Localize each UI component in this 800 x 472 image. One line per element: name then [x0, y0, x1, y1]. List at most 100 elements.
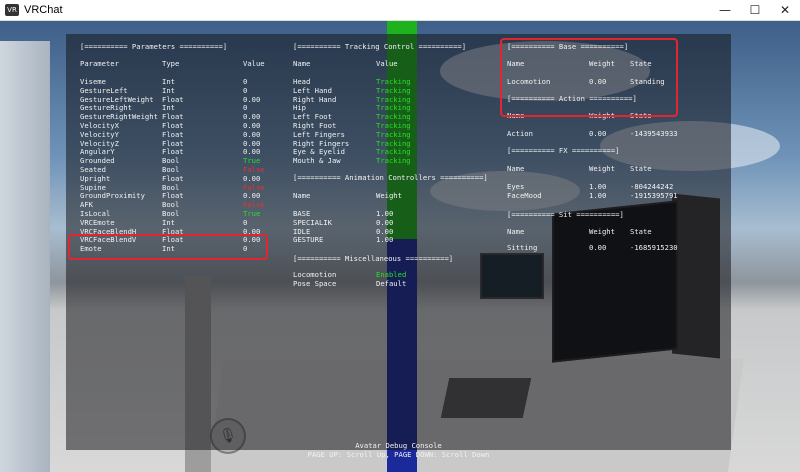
close-button[interactable]: ✕: [770, 0, 800, 20]
tracking-col-name: Name: [293, 59, 311, 68]
parameter-value: 0: [243, 103, 248, 113]
tracking-value: Tracking: [376, 147, 411, 157]
parameter-value: 0: [243, 217, 248, 227]
fx-layer-header: [========== FX ==========]: [507, 146, 620, 155]
animation-controller-weight: 1.00: [376, 209, 394, 218]
animation-controller-weight: 0.00: [376, 217, 394, 227]
parameter-name: GestureRight: [80, 103, 132, 113]
misc-name: Locomotion: [293, 270, 337, 279]
parameter-value: 0.00: [243, 226, 261, 236]
tracking-value: Tracking: [376, 85, 411, 95]
parameter-type: Int: [162, 103, 175, 113]
fx-layer-name: Eyes: [507, 182, 525, 191]
parameter-type: Float: [162, 112, 184, 122]
parameter-name: VelocityX: [80, 121, 119, 130]
parameter-name: Seated: [80, 165, 106, 174]
parameters-col-type: Type: [162, 59, 180, 68]
parameter-type: Float: [162, 173, 184, 183]
parameter-value: 0.00: [243, 94, 261, 104]
animation-controller-name: BASE: [293, 209, 311, 218]
parameter-type: Int: [162, 244, 175, 254]
action-layer-state: -1439543933: [630, 129, 678, 138]
parameter-name: Grounded: [80, 156, 115, 166]
game-viewport[interactable]: 🎙 [========== Parameters ==========] Par…: [0, 21, 800, 472]
parameters-col-value: Value: [243, 59, 265, 68]
window-controls: — ☐ ✕: [710, 0, 800, 20]
sit-layer-state: -1685915230: [630, 243, 678, 252]
parameter-type: Bool: [162, 200, 180, 210]
tracking-value: Tracking: [376, 103, 411, 113]
sit-layer-weight: 0.00: [589, 243, 607, 252]
parameter-name: GestureLeftWeight: [80, 94, 154, 104]
parameter-type: Float: [162, 147, 184, 157]
misc-value: Default: [376, 278, 407, 288]
tracking-value: Tracking: [376, 94, 411, 104]
parameter-value: False: [243, 200, 265, 210]
minimize-button[interactable]: —: [710, 0, 740, 20]
fx-layer-state: -804244242: [630, 182, 674, 191]
tracking-header: [========== Tracking Control ==========]: [293, 42, 467, 51]
parameter-value: 0.00: [243, 112, 261, 122]
parameter-type: Bool: [162, 182, 180, 192]
parameter-value: 0: [243, 77, 248, 86]
parameter-value: False: [243, 182, 265, 192]
animation-header: [========== Animation Controllers ======…: [293, 173, 488, 182]
parameter-value: 0.00: [243, 235, 261, 245]
tracking-value: Tracking: [376, 129, 411, 139]
parameter-type: Bool: [162, 156, 180, 166]
parameter-type: Float: [162, 191, 184, 201]
tracking-name: Right Hand: [293, 94, 337, 104]
parameter-value: 0: [243, 244, 248, 254]
fx-col-weight: Weight: [589, 164, 615, 173]
parameter-name: AngularY: [80, 147, 115, 157]
sit-layer-header: [========== Sit ==========]: [507, 210, 624, 219]
parameter-value: True: [243, 209, 261, 218]
parameter-value: True: [243, 156, 261, 166]
tracking-value: Tracking: [376, 156, 411, 166]
parameter-name: Emote: [80, 244, 102, 254]
base-layer-name: Locomotion: [507, 77, 551, 86]
parameter-type: Int: [162, 217, 175, 227]
parameter-value: 0.00: [243, 147, 261, 157]
parameter-value: 0.00: [243, 138, 261, 148]
tracking-col-value: Value: [376, 59, 398, 68]
animation-controller-name: IDLE: [293, 226, 311, 236]
parameter-name: VelocityY: [80, 129, 119, 139]
misc-name: Pose Space: [293, 278, 337, 288]
fx-layer-state: -1915395791: [630, 190, 678, 200]
parameter-type: Int: [162, 85, 175, 95]
parameter-type: Float: [162, 235, 184, 245]
parameter-name: VRCFaceBlendV: [80, 235, 137, 245]
parameter-value: False: [243, 165, 265, 174]
tracking-value: Tracking: [376, 77, 411, 86]
misc-header: [========== Miscellaneous ==========]: [293, 254, 454, 263]
tracking-name: Left Foot: [293, 112, 332, 122]
action-layer-name: Action: [507, 129, 533, 138]
fx-col-name: Name: [507, 164, 525, 173]
parameters-header: [========== Parameters ==========]: [80, 42, 228, 51]
parameter-name: GroundProximity: [80, 191, 145, 201]
parameter-name: Upright: [80, 173, 111, 183]
fx-layer-name: FaceMood: [507, 190, 542, 200]
maximize-button[interactable]: ☐: [740, 0, 770, 20]
animation-col-weight: Weight: [376, 191, 402, 200]
parameter-name: GestureRightWeight: [80, 112, 158, 122]
parameter-name: IsLocal: [80, 209, 111, 218]
fx-layer-weight: 1.00: [589, 190, 607, 200]
parameter-type: Float: [162, 129, 184, 139]
parameter-type: Float: [162, 94, 184, 104]
animation-controller-weight: 1.00: [376, 235, 394, 245]
sit-layer-name: Sitting: [507, 243, 538, 252]
animation-controller-weight: 0.00: [376, 226, 394, 236]
left-wall: [0, 41, 50, 472]
parameter-value: 0.00: [243, 173, 261, 183]
animation-col-name: Name: [293, 191, 311, 200]
misc-value: Enabled: [376, 270, 407, 279]
tracking-value: Tracking: [376, 121, 411, 130]
sit-col-name: Name: [507, 227, 525, 236]
console-hint: PAGE UP: Scroll Up, PAGE DOWN: Scroll Do…: [307, 450, 490, 459]
window-title: VRChat: [24, 4, 63, 16]
vrchat-app-icon: VR: [5, 4, 19, 16]
base-layer-state: Standing: [630, 77, 665, 86]
tracking-value: Tracking: [376, 138, 411, 148]
